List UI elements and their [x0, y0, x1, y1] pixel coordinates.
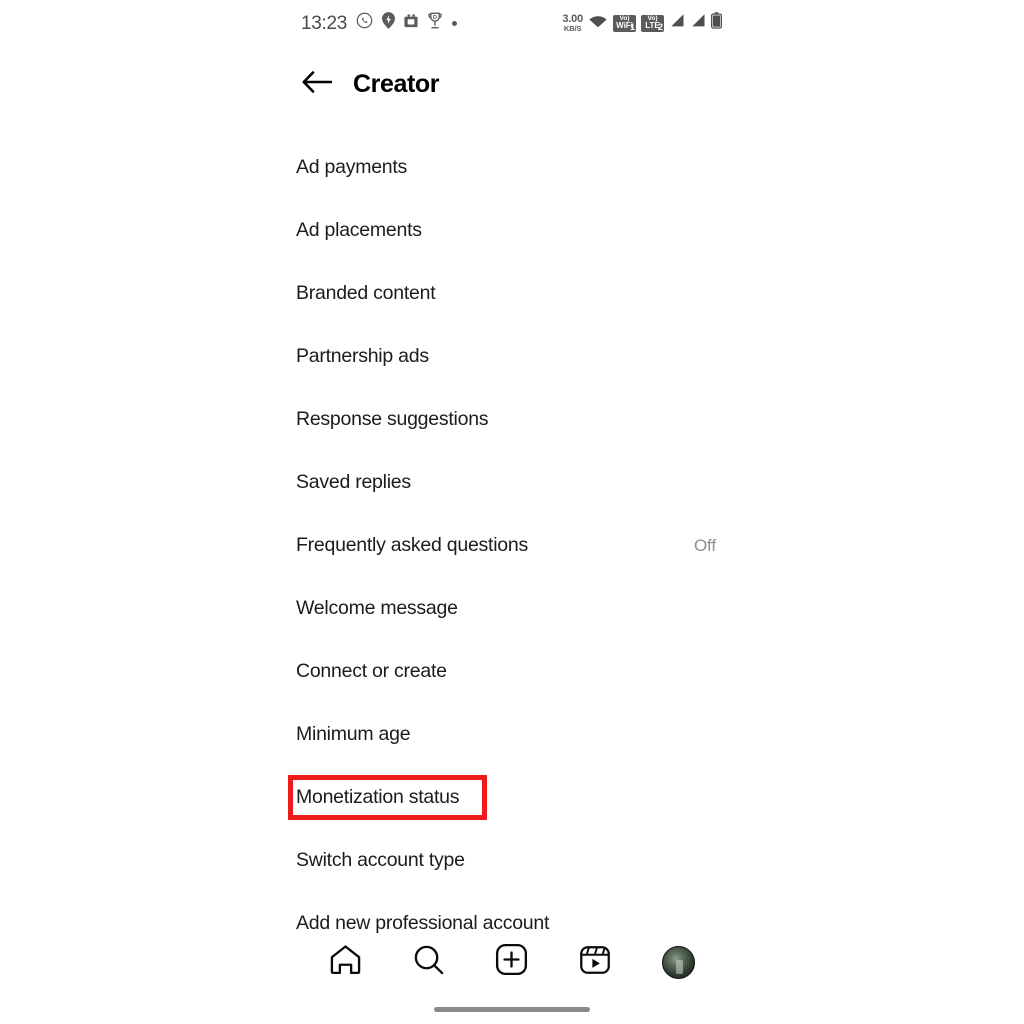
list-item-label: Connect or create [296, 659, 447, 682]
svg-text:D: D [433, 15, 437, 21]
vowifi-badge-sim: 1 [629, 21, 635, 32]
search-icon [412, 943, 445, 981]
network-speed-unit: KB/S [563, 23, 582, 33]
dot-icon [452, 20, 458, 26]
list-item-ad-placements[interactable]: Ad placements [288, 199, 736, 262]
whatsapp-icon [356, 12, 373, 34]
status-bar: 13:23 D 3.00 KB/S Vo) WiFi 1 Vo) LTE 2 [288, 0, 736, 46]
create-post-icon [495, 943, 528, 981]
list-item-saved-replies[interactable]: Saved replies [288, 451, 736, 514]
list-item-welcome-message[interactable]: Welcome message [288, 577, 736, 640]
app-header: Creator [288, 46, 736, 122]
list-item-label: Minimum age [296, 722, 411, 745]
list-item-label: Ad placements [296, 218, 422, 241]
page-title: Creator [353, 69, 440, 98]
nav-reels[interactable] [568, 937, 622, 987]
nav-search[interactable] [402, 937, 456, 987]
status-bar-right: 3.00 KB/S Vo) WiFi 1 Vo) LTE 2 [562, 12, 723, 34]
battery-icon [710, 12, 723, 34]
volte-sim2-badge: Vo) LTE 2 [641, 14, 664, 32]
list-item-minimum-age[interactable]: Minimum age [288, 703, 736, 766]
vowifi-sim1-badge: Vo) WiFi 1 [613, 14, 636, 32]
list-item-switch-account-type[interactable]: Switch account type [288, 829, 736, 892]
back-arrow-icon [302, 70, 333, 98]
list-item-label: Frequently asked questions [296, 533, 528, 556]
list-item-label: Switch account type [296, 848, 465, 871]
camera-app-icon [404, 13, 418, 33]
list-item-ad-payments[interactable]: Ad payments [288, 136, 736, 199]
list-item-response-suggestions[interactable]: Response suggestions [288, 388, 736, 451]
list-item-label: Branded content [296, 281, 436, 304]
list-item-label: Welcome message [296, 596, 458, 619]
nav-home[interactable] [319, 937, 373, 987]
list-item-branded-content[interactable]: Branded content [288, 262, 736, 325]
creator-settings-list: Ad payments Ad placements Branded conten… [288, 136, 736, 955]
list-item-label: Saved replies [296, 470, 411, 493]
list-item-monetization-status[interactable]: Monetization status [288, 766, 736, 829]
bottom-navigation-bar [288, 933, 736, 991]
profile-avatar [661, 945, 695, 979]
status-bar-left: 13:23 D [301, 12, 458, 34]
list-item-connect-or-create[interactable]: Connect or create [288, 640, 736, 703]
list-item-frequently-asked-questions[interactable]: Frequently asked questions Off [288, 514, 736, 577]
list-item-label: Monetization status [296, 785, 460, 808]
list-item-label: Add new professional account [296, 911, 550, 934]
gesture-home-indicator[interactable] [434, 1007, 590, 1012]
nav-create-post[interactable] [485, 937, 539, 987]
status-clock: 13:23 [301, 12, 348, 34]
list-item-label: Partnership ads [296, 344, 429, 367]
nav-profile[interactable] [651, 937, 705, 987]
home-icon [329, 943, 362, 981]
list-item-label: Ad payments [296, 155, 408, 178]
signal-bars-sim1-icon [669, 13, 685, 33]
signal-bars-sim2-icon [690, 13, 706, 33]
location-pin-icon [382, 12, 396, 34]
list-item-label: Response suggestions [296, 407, 489, 430]
list-item-partnership-ads[interactable]: Partnership ads [288, 325, 736, 388]
network-speed-indicator: 3.00 KB/S [562, 13, 583, 33]
reels-icon [579, 944, 611, 981]
wifi-icon [588, 13, 608, 33]
volte-badge-sim: 2 [657, 21, 663, 32]
phone-screen: 13:23 D 3.00 KB/S Vo) WiFi 1 Vo) LTE 2 C… [288, 0, 736, 1024]
trophy-icon: D [427, 12, 443, 34]
list-item-value: Off [693, 535, 716, 555]
back-button[interactable] [295, 62, 339, 106]
